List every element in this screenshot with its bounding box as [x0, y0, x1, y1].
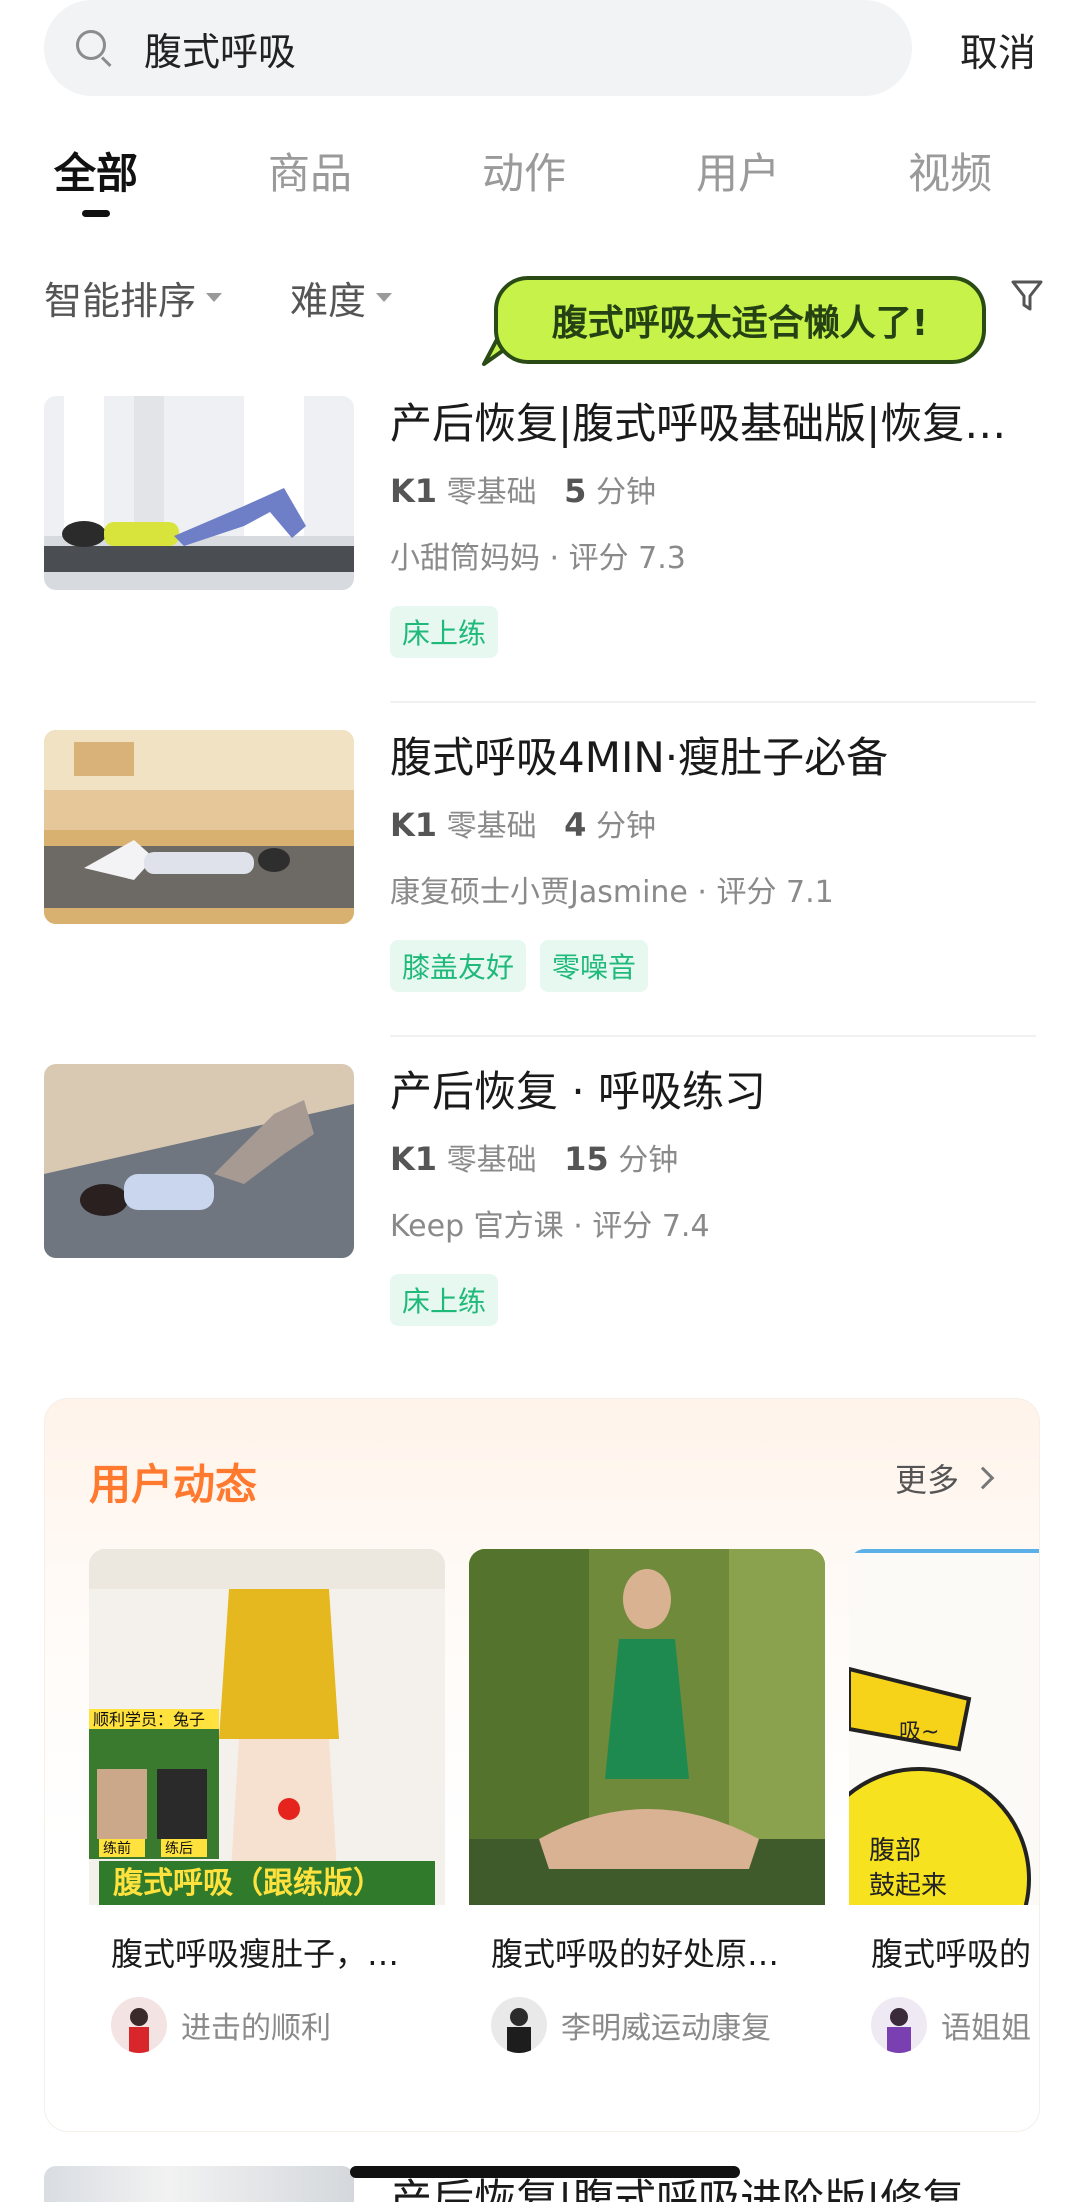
course-duration-unit: 分钟: [595, 475, 656, 510]
course-duration-unit: 分钟: [618, 1143, 679, 1178]
feed-card-username: 李明威运动康复: [561, 2011, 771, 2046]
feed-title: 用户动态: [89, 1460, 258, 1509]
feed-image-caption: 练后: [165, 1841, 193, 1857]
sort-dropdown[interactable]: 智能排序: [44, 270, 223, 325]
feed-image-caption: 顺利学员：兔子: [93, 1710, 205, 1729]
feed-card-title: 腹式呼吸的好处原…: [491, 1935, 780, 1973]
search-icon: [74, 28, 114, 68]
course-author: Keep 官方课 · 评分 7.4: [390, 1209, 710, 1244]
feed-more-link[interactable]: 更多: [894, 1455, 995, 1501]
tab-products[interactable]: 商品: [268, 140, 352, 201]
avatar: [111, 1997, 167, 2053]
course-level: K1: [390, 472, 438, 510]
avatar: [491, 1997, 547, 2053]
course-meta: K1 零基础 5 分钟: [390, 470, 1036, 512]
course-duration: 4: [564, 806, 587, 844]
feed-card[interactable]: 吸~ 腹部 鼓起来 腹式呼吸的 语姐姐: [849, 1549, 1039, 2079]
caret-down-icon: [206, 293, 223, 302]
tab-videos[interactable]: 视频: [908, 140, 992, 201]
tab-bar: 全部 商品 动作 用户 视频: [0, 140, 1080, 220]
feed-image-caption: 腹式呼吸（跟练版）: [113, 1866, 383, 1901]
feed-card-username: 语姐姐: [941, 2011, 1031, 2046]
course-duration: 5: [564, 472, 587, 510]
course-thumbnail: [44, 730, 354, 924]
search-input[interactable]: 腹式呼吸: [144, 21, 296, 76]
tab-users[interactable]: 用户: [696, 140, 780, 201]
feed-card-title: 腹式呼吸的: [871, 1935, 1032, 1973]
feed-card-image: [469, 1549, 825, 1905]
course-tag: 零噪音: [540, 940, 649, 992]
course-author: 小甜筒妈妈 · 评分 7.3: [390, 541, 686, 576]
course-duration: 15: [564, 1140, 609, 1178]
sort-label: 智能排序: [44, 279, 197, 323]
course-author: 康复硕士小贾Jasmine · 评分 7.1: [390, 875, 834, 910]
feed-card-user: 进击的顺利: [111, 1997, 331, 2053]
course-item[interactable]: 产后恢复|腹式呼吸基础版|恢复… K1 零基础 5 分钟 小甜筒妈妈 · 评分 …: [44, 396, 1036, 703]
course-level: K1: [390, 806, 438, 844]
divider: [390, 1035, 1036, 1037]
divider: [390, 701, 1036, 703]
user-feed-section: 用户动态 更多 顺利学员：兔子 练前 练后 腹式呼吸（跟练版） 腹式呼吸瘦肚子，…: [44, 1398, 1040, 2132]
active-tab-indicator: [82, 210, 110, 217]
course-tag: 床上练: [390, 1274, 499, 1326]
course-level-desc: 零基础: [446, 809, 537, 844]
feed-card-title: 腹式呼吸瘦肚子，…: [111, 1935, 400, 1973]
course-level-desc: 零基础: [446, 1143, 537, 1178]
course-title: 腹式呼吸4MIN·瘦肚子必备: [390, 733, 889, 782]
course-item[interactable]: 产后恢复 · 呼吸练习 K1 零基础 15 分钟 Keep 官方课 · 评分 7…: [44, 1064, 1036, 1354]
tab-all[interactable]: 全部: [54, 140, 138, 201]
feed-image-caption: 吸~: [899, 1720, 939, 1745]
chevron-right-icon: [971, 1466, 995, 1490]
home-indicator[interactable]: [350, 2166, 740, 2178]
feed-image-caption: 练前: [103, 1840, 131, 1857]
course-thumbnail: [44, 2166, 354, 2202]
feed-card[interactable]: 腹式呼吸的好处原… 李明威运动康复: [469, 1549, 825, 2079]
feed-card-username: 进击的顺利: [181, 2011, 331, 2046]
feed-image-caption: 鼓起来: [869, 1871, 947, 1901]
course-thumbnail: [44, 396, 354, 590]
course-title: 产后恢复|腹式呼吸基础版|恢复…: [390, 399, 1007, 448]
course-thumbnail: [44, 1064, 354, 1258]
feed-card-user: 李明威运动康复: [491, 1997, 771, 2053]
course-meta: K1 零基础 4 分钟: [390, 804, 1036, 846]
course-level: K1: [390, 1140, 438, 1178]
feed-card-image: 顺利学员：兔子 练前 练后 腹式呼吸（跟练版）: [89, 1549, 445, 1905]
cancel-button[interactable]: 取消: [960, 22, 1036, 77]
search-bar[interactable]: 腹式呼吸: [44, 0, 912, 96]
feed-image-caption: 腹部: [869, 1836, 921, 1866]
feed-card[interactable]: 顺利学员：兔子 练前 练后 腹式呼吸（跟练版） 腹式呼吸瘦肚子，… 进击的顺利: [89, 1549, 445, 2079]
course-item[interactable]: 腹式呼吸4MIN·瘦肚子必备 K1 零基础 4 分钟 康复硕士小贾Jasmine…: [44, 730, 1036, 1037]
course-duration-unit: 分钟: [595, 809, 656, 844]
course-level-desc: 零基础: [446, 475, 537, 510]
difficulty-label: 难度: [290, 279, 367, 323]
course-meta: K1 零基础 15 分钟: [390, 1138, 1036, 1180]
course-tag: 床上练: [390, 606, 499, 658]
feed-card-image: 吸~ 腹部 鼓起来: [849, 1549, 1039, 1991]
caret-down-icon: [376, 293, 393, 302]
promo-speech-bubble[interactable]: 腹式呼吸太适合懒人了!: [494, 276, 986, 364]
feed-card-user: 语姐姐: [871, 1997, 1031, 2053]
course-tag: 膝盖友好: [390, 940, 527, 992]
funnel-icon[interactable]: [1010, 278, 1044, 314]
difficulty-dropdown[interactable]: 难度: [290, 270, 393, 325]
tab-exercises[interactable]: 动作: [482, 140, 566, 201]
course-title: 产后恢复 · 呼吸练习: [390, 1067, 767, 1116]
avatar: [871, 1997, 927, 2053]
feed-more-label: 更多: [894, 1461, 959, 1499]
